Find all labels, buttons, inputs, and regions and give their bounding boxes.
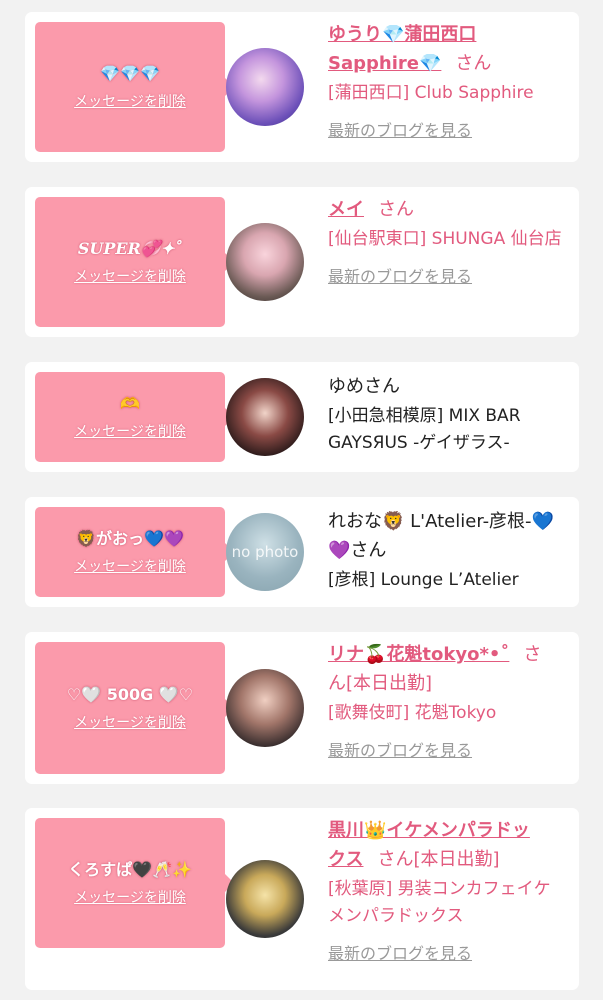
profile-info: リナ🍒花魁tokyo*•˚ さ ん[本日出勤] [歌舞伎町] 花魁Tokyo 最新… xyxy=(328,640,564,761)
delete-message-link[interactable]: メッセージを削除 xyxy=(74,712,186,732)
latest-blog-link[interactable]: 最新のブログを見る xyxy=(328,940,472,964)
message-list: 💎💎💎 メッセージを削除 ゆうり💎蒲田西口 Sapphire💎 さん [蒲田西口]… xyxy=(0,0,603,1000)
profile-name-link[interactable]: リナ🍒花魁tokyo*•˚ xyxy=(328,644,509,665)
name-line: ゆうり💎蒲田西口 Sapphire💎 さん xyxy=(328,20,564,78)
message-text: ♡🤍 500G 🤍♡ xyxy=(66,685,194,704)
honorific: さん xyxy=(378,199,414,220)
message-bubble: 🫶 メッセージを削除 xyxy=(35,372,234,462)
profile-name-link-cont[interactable]: クス xyxy=(328,849,363,870)
profile-info: れおな🦁 L'Atelier-彦根-💙💜さん [彦根] Lounge L’Ate… xyxy=(328,507,564,594)
message-card: ♡🤍 500G 🤍♡ メッセージを削除 リナ🍒花魁tokyo*•˚ さ ん[本日出… xyxy=(25,632,579,784)
delete-message-link[interactable]: メッセージを削除 xyxy=(74,421,186,441)
avatar[interactable] xyxy=(226,48,304,126)
delete-message-link[interactable]: メッセージを削除 xyxy=(74,91,186,111)
profile-name-link[interactable]: ゆうり💎蒲田西口 xyxy=(328,24,476,45)
profile-name-link[interactable]: 黒川👑イケメンパラドッ xyxy=(328,820,530,841)
honorific-tail: ん xyxy=(328,673,346,694)
avatar[interactable] xyxy=(226,223,304,301)
shop-name: [仙台駅東口] SHUNGA 仙台店 xyxy=(328,229,562,249)
message-text: SUPER💞✦˚ xyxy=(77,239,183,258)
message-bubble: 🦁がおっ💙💜 メッセージを削除 xyxy=(35,507,234,597)
delete-message-link[interactable]: メッセージを削除 xyxy=(74,887,186,907)
profile-info: ゆうり💎蒲田西口 Sapphire💎 さん [蒲田西口] Club Sapphir… xyxy=(328,20,564,141)
profile-name: ゆめさん xyxy=(328,376,400,397)
message-text: 💎💎💎 xyxy=(100,64,160,83)
message-card: 💎💎💎 メッセージを削除 ゆうり💎蒲田西口 Sapphire💎 さん [蒲田西口]… xyxy=(25,12,579,162)
message-text: 🦁がおっ💙💜 xyxy=(76,529,184,548)
profile-info: 黒川👑イケメンパラドッ クス さん[本日出勤] [秋葉原] 男装コンカフェイケメン… xyxy=(328,816,564,964)
avatar[interactable] xyxy=(226,669,304,747)
profile-name: れおな🦁 L'Atelier-彦根-💙💜さん xyxy=(328,511,554,561)
avatar-placeholder[interactable]: no photo xyxy=(226,513,304,591)
message-card: 🫶 メッセージを削除 ゆめさん [小田急相模原] MIX BAR GAYSЯUS… xyxy=(25,362,579,472)
latest-blog-link[interactable]: 最新のブログを見る xyxy=(328,737,472,761)
shop-name: [蒲田西口] Club Sapphire xyxy=(328,83,534,103)
message-text: くろすぱ🖤🥂✨ xyxy=(68,860,192,879)
profile-name-link[interactable]: メイ xyxy=(328,199,364,220)
message-bubble: くろすぱ🖤🥂✨ メッセージを削除 xyxy=(35,818,234,948)
message-text: 🫶 xyxy=(120,394,140,413)
message-card: 🦁がおっ💙💜 メッセージを削除 no photo れおな🦁 L'Atelier-… xyxy=(25,497,579,607)
avatar[interactable] xyxy=(226,378,304,456)
honorific: さ xyxy=(523,644,542,665)
latest-blog-link[interactable]: 最新のブログを見る xyxy=(328,263,472,287)
avatar[interactable] xyxy=(226,860,304,938)
honorific: さん xyxy=(455,53,492,74)
latest-blog-link[interactable]: 最新のブログを見る xyxy=(328,117,472,141)
honorific: さん xyxy=(377,849,414,870)
profile-info: ゆめさん [小田急相模原] MIX BAR GAYSЯUS -ゲイザラス- xyxy=(328,372,564,457)
shop-name: [彦根] Lounge L’Atelier xyxy=(328,570,519,590)
shop-name: [秋葉原] 男装コンカフェイケメンパラドックス xyxy=(328,879,551,926)
message-bubble: 💎💎💎 メッセージを削除 xyxy=(35,22,234,152)
name-line: リナ🍒花魁tokyo*•˚ さ ん[本日出勤] xyxy=(328,640,564,698)
shop-name: [歌舞伎町] 花魁Tokyo xyxy=(328,703,497,723)
delete-message-link[interactable]: メッセージを削除 xyxy=(74,556,186,576)
message-bubble: ♡🤍 500G 🤍♡ メッセージを削除 xyxy=(35,642,234,774)
profile-info: メイ さん [仙台駅東口] SHUNGA 仙台店 最新のブログを見る xyxy=(328,195,564,287)
name-line: メイ さん xyxy=(328,195,564,224)
delete-message-link[interactable]: メッセージを削除 xyxy=(74,266,186,286)
name-line: 黒川👑イケメンパラドッ クス さん[本日出勤] xyxy=(328,816,564,874)
no-photo-text: no photo xyxy=(231,543,299,561)
message-card: くろすぱ🖤🥂✨ メッセージを削除 黒川👑イケメンパラドッ クス さん[本日出勤] … xyxy=(25,808,579,990)
on-duty-badge: [本日出勤] xyxy=(413,849,500,870)
message-bubble: SUPER💞✦˚ メッセージを削除 xyxy=(35,197,234,327)
shop-name: [小田急相模原] MIX BAR GAYSЯUS -ゲイザラス- xyxy=(328,406,521,453)
on-duty-badge: [本日出勤] xyxy=(346,673,433,694)
message-card: SUPER💞✦˚ メッセージを削除 メイ さん [仙台駅東口] SHUNGA 仙台… xyxy=(25,187,579,337)
profile-name-link-cont[interactable]: Sapphire💎 xyxy=(328,53,441,74)
